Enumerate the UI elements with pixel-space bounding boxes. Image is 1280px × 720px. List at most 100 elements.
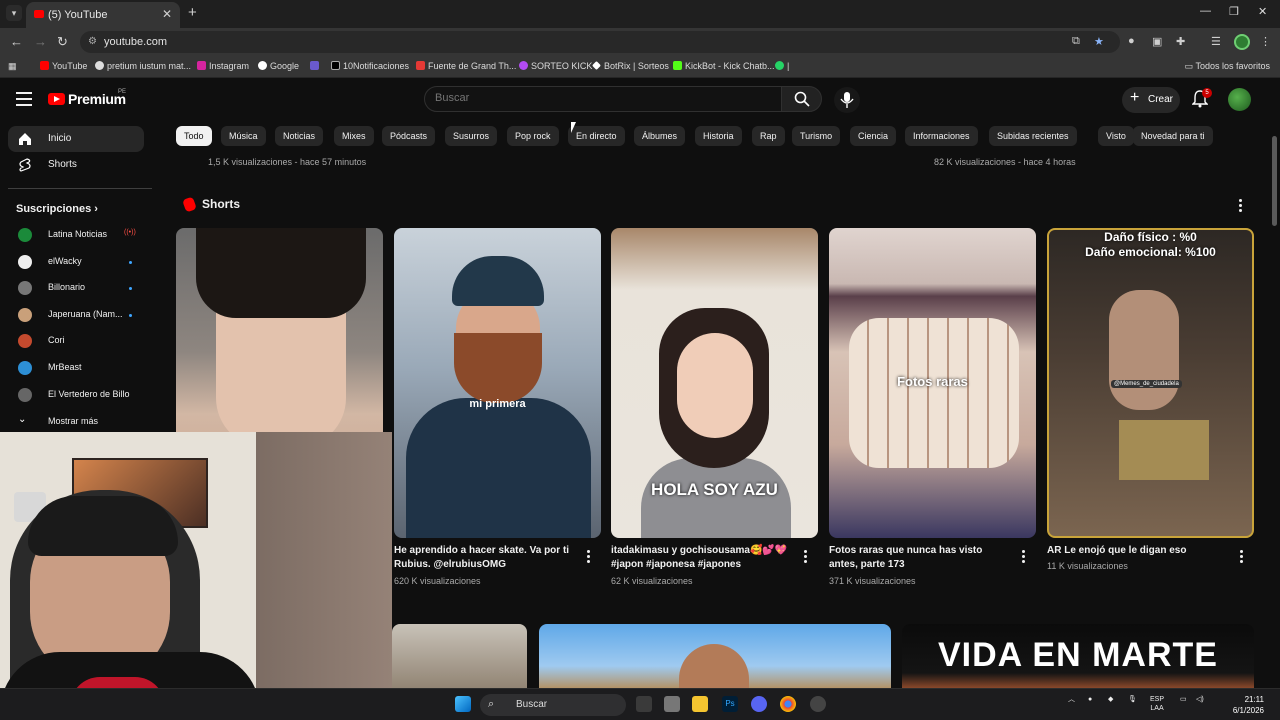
chip[interactable]: Música bbox=[221, 126, 266, 146]
chrome-icon[interactable] bbox=[780, 696, 796, 712]
search-box[interactable] bbox=[424, 86, 782, 112]
scrollbar-thumb[interactable] bbox=[1272, 136, 1277, 226]
close-tab-icon[interactable]: ✕ bbox=[162, 7, 172, 21]
taskbar-clock[interactable]: 21:11 6/1/2026 bbox=[1220, 694, 1264, 716]
restore-icon[interactable]: ❐ bbox=[1229, 5, 1239, 18]
address-bar[interactable]: ⚙ youtube.com bbox=[80, 31, 1120, 53]
voice-search-button[interactable] bbox=[834, 87, 860, 113]
tab-list-icon[interactable]: ▾ bbox=[6, 5, 22, 21]
chip[interactable]: Ciencia bbox=[850, 126, 897, 146]
chip[interactable]: Todo bbox=[176, 126, 212, 146]
chip[interactable]: Historia bbox=[695, 126, 742, 146]
video-thumbnail[interactable] bbox=[539, 624, 891, 694]
extension-icon-2[interactable]: ▣ bbox=[1152, 35, 1162, 48]
menu-icon[interactable] bbox=[16, 92, 32, 110]
short-thumbnail[interactable]: mi primera bbox=[394, 228, 601, 538]
site-info-icon[interactable]: ⚙ bbox=[88, 36, 97, 47]
bookmark-star-icon[interactable]: ★ bbox=[1094, 35, 1104, 48]
apps-grid-icon[interactable]: ▦ bbox=[8, 61, 17, 72]
back-icon[interactable]: ← bbox=[10, 34, 23, 49]
chip[interactable]: Rap bbox=[752, 126, 785, 146]
video-thumbnail[interactable] bbox=[392, 624, 527, 694]
all-bookmarks-folder[interactable]: ▭ Todos los favoritos bbox=[1185, 61, 1270, 72]
bookmark-item[interactable]: Google bbox=[258, 61, 299, 71]
sidebar-item-inicio[interactable]: Inicio bbox=[8, 126, 144, 152]
more-options-icon[interactable] bbox=[804, 550, 808, 565]
chip[interactable]: Pódcasts bbox=[382, 126, 436, 146]
close-window-icon[interactable]: ✕ bbox=[1258, 5, 1267, 18]
reload-icon[interactable]: ↻ bbox=[57, 34, 68, 50]
account-avatar[interactable] bbox=[1228, 88, 1251, 111]
chrome-menu-icon[interactable]: ⋮ bbox=[1260, 35, 1271, 48]
subscriptions-heading[interactable]: Suscripciones › bbox=[16, 203, 98, 215]
minimize-icon[interactable]: — bbox=[1200, 5, 1211, 17]
chip[interactable]: Visto bbox=[1098, 126, 1134, 146]
short-thumbnail[interactable]: Daño físico : %0 Daño emocional: %100 @M… bbox=[1047, 228, 1254, 538]
bookmark-item[interactable]: SORTEO KICK bbox=[519, 61, 592, 71]
youtube-logo-icon[interactable] bbox=[48, 93, 65, 105]
sidebar-subscription-item[interactable]: Billonario bbox=[8, 276, 144, 300]
chip[interactable]: Subidas recientes bbox=[989, 126, 1077, 146]
photoshop-icon[interactable]: Ps bbox=[722, 696, 738, 712]
bookmark-item[interactable]: Fuente de Grand Th... bbox=[416, 61, 516, 71]
new-tab-icon[interactable]: + bbox=[188, 4, 197, 21]
sidebar-subscription-item[interactable]: Japeruana (Nam... bbox=[8, 303, 144, 327]
tray-mic-icon[interactable]: 🎙 bbox=[1128, 695, 1137, 704]
chip[interactable]: Noticias bbox=[275, 126, 324, 146]
sidebar-item-shorts[interactable]: Shorts bbox=[8, 152, 144, 178]
chip[interactable]: Susurros bbox=[445, 126, 498, 146]
cast-icon[interactable]: ⧉ bbox=[1072, 35, 1080, 48]
sidebar-subscription-item[interactable]: MrBeast bbox=[8, 356, 144, 380]
chip[interactable]: En directo bbox=[568, 126, 625, 146]
forward-icon[interactable]: → bbox=[34, 34, 47, 49]
task-view-icon[interactable] bbox=[636, 696, 652, 712]
sidebar-subscription-item[interactable]: elWacky bbox=[8, 250, 144, 274]
app-icon[interactable] bbox=[664, 696, 680, 712]
volume-icon[interactable]: ◁) bbox=[1196, 695, 1204, 704]
language-indicator[interactable]: ESP LAA bbox=[1150, 695, 1164, 713]
chip[interactable]: Novedad para ti bbox=[1133, 126, 1213, 146]
more-options-icon[interactable] bbox=[587, 550, 591, 565]
tray-app-icon-2[interactable]: ◆ bbox=[1108, 695, 1113, 704]
bookmark-item[interactable]: | bbox=[775, 61, 789, 71]
browser-profile-avatar[interactable] bbox=[1234, 34, 1250, 50]
show-more-button[interactable]: ⌄ Mostrar más bbox=[8, 410, 144, 434]
short-thumbnail[interactable]: Fotos raras bbox=[829, 228, 1036, 538]
search-button[interactable] bbox=[781, 86, 822, 112]
bookmark-item[interactable] bbox=[310, 61, 322, 71]
windows-start-icon[interactable] bbox=[455, 696, 471, 712]
extension-icon[interactable]: ● bbox=[1128, 35, 1135, 47]
sidebar-subscription-item[interactable]: Latina Noticias ((•)) bbox=[8, 223, 144, 247]
short-title[interactable]: He aprendido a hacer skate. Va por ti Ru… bbox=[394, 544, 579, 572]
short-thumbnail[interactable]: HOLA SOY AZU bbox=[611, 228, 818, 538]
bookmark-item[interactable]: 10Notificaciones bbox=[331, 61, 409, 71]
tray-app-icon[interactable]: ● bbox=[1088, 695, 1092, 704]
bookmark-item[interactable]: BotRix | Sorteos bbox=[592, 61, 669, 71]
more-options-icon[interactable] bbox=[1239, 199, 1243, 214]
create-button[interactable]: + Crear bbox=[1122, 87, 1180, 113]
file-explorer-icon[interactable] bbox=[692, 696, 708, 712]
short-title[interactable]: Fotos raras que nunca has visto antes, p… bbox=[829, 544, 1014, 572]
bookmark-item[interactable]: YouTube bbox=[40, 61, 87, 71]
more-options-icon[interactable] bbox=[1240, 550, 1244, 565]
discord-icon[interactable] bbox=[751, 696, 767, 712]
chip[interactable]: Pop rock bbox=[507, 126, 559, 146]
taskbar-search[interactable]: ⌕ Buscar bbox=[480, 694, 626, 716]
more-options-icon[interactable] bbox=[1022, 550, 1026, 565]
reading-list-icon[interactable]: ☰ bbox=[1211, 35, 1221, 48]
browser-tab-youtube[interactable]: (5) YouTube ✕ bbox=[26, 2, 180, 28]
chip[interactable]: Álbumes bbox=[634, 126, 686, 146]
chip[interactable]: Turismo bbox=[792, 126, 841, 146]
network-icon[interactable]: ▭ bbox=[1180, 695, 1187, 704]
search-input[interactable] bbox=[435, 92, 765, 104]
short-title[interactable]: itadakimasu y gochisousama🥰💕💖 #japon #ja… bbox=[611, 544, 796, 572]
sidebar-subscription-item[interactable]: Cori bbox=[8, 329, 144, 353]
short-title[interactable]: AR Le enojó que le digan eso bbox=[1047, 544, 1232, 558]
bookmark-item[interactable]: KickBot - Kick Chatb... bbox=[673, 61, 775, 71]
chip[interactable]: Mixes bbox=[334, 126, 374, 146]
video-thumbnail[interactable]: VIDA EN MARTE bbox=[902, 624, 1254, 694]
notifications-button[interactable]: 5 bbox=[1191, 88, 1212, 113]
bookmark-item[interactable]: Instagram bbox=[197, 61, 249, 71]
obs-icon[interactable] bbox=[810, 696, 826, 712]
sidebar-subscription-item[interactable]: El Vertedero de Billo bbox=[8, 383, 144, 407]
